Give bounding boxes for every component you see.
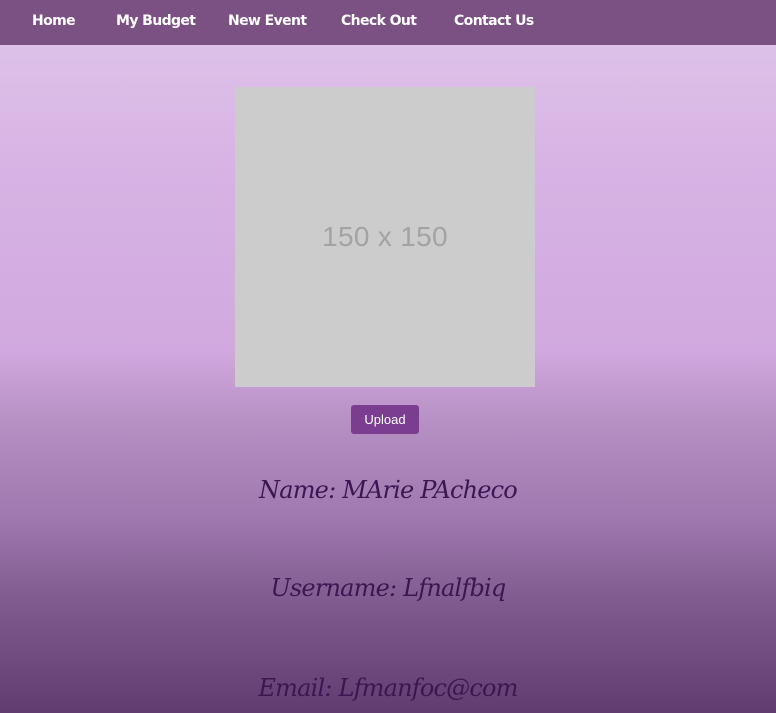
nav-my-budget-link[interactable]: My Budget (116, 13, 196, 29)
placeholder-dimensions-text: 150 x 150 (322, 221, 448, 252)
nav-new-event-link[interactable]: New Event (228, 13, 307, 29)
nav-contact-us-link[interactable]: Contact Us (454, 13, 534, 29)
profile-image-placeholder: 150 x 150 (235, 87, 535, 387)
nav-home-link[interactable]: Home (32, 13, 76, 29)
profile-name: Name: MArie PAcheco (259, 476, 518, 504)
nav-check-out-link[interactable]: Check Out (341, 13, 417, 29)
upload-button[interactable]: Upload (351, 405, 419, 434)
profile-email: Email: Lfmanfoc@com (258, 674, 518, 702)
top-navbar: Home My Budget New Event Check Out Conta… (0, 0, 776, 45)
profile-username: Username: Lfnalfbiq (270, 574, 506, 602)
